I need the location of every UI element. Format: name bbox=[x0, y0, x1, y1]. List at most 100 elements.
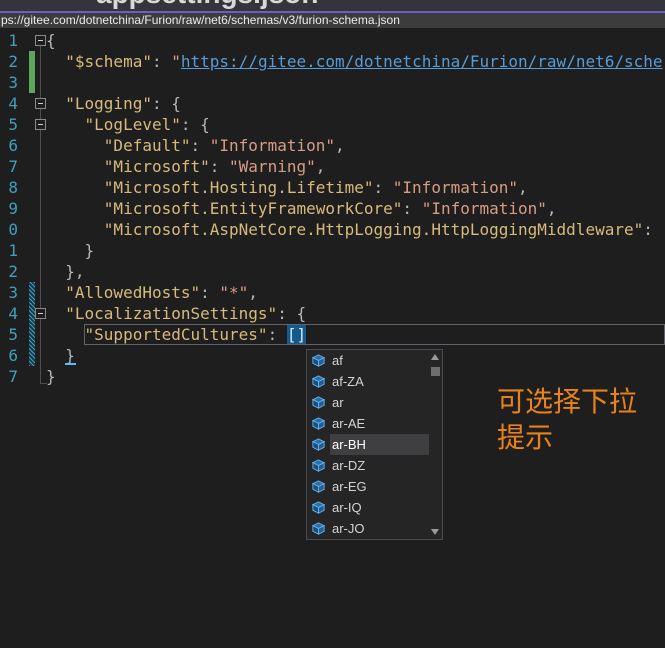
completion-item[interactable]: ar-JO bbox=[307, 518, 429, 539]
completion-item[interactable]: af-ZA bbox=[307, 371, 429, 392]
line-number[interactable]: 5 bbox=[0, 114, 18, 135]
fold-margin bbox=[35, 366, 46, 387]
scroll-thumb[interactable] bbox=[431, 367, 440, 376]
annotation-line-1: 可选择下拉 bbox=[497, 384, 637, 420]
completion-item-label[interactable]: ar-EG bbox=[330, 476, 429, 497]
code-token bbox=[46, 157, 104, 176]
completion-item-label[interactable]: ar bbox=[330, 392, 429, 413]
code-token: , bbox=[518, 178, 528, 197]
completion-item[interactable]: ar-IQ bbox=[307, 497, 429, 518]
code-token: "$schema" bbox=[65, 52, 152, 71]
code-token: : bbox=[200, 283, 219, 302]
code-token: "Microsoft" bbox=[104, 157, 210, 176]
value-cube-icon bbox=[307, 353, 330, 368]
completion-item-label[interactable]: af-ZA bbox=[330, 371, 429, 392]
fold-toggle-icon[interactable] bbox=[35, 308, 46, 319]
completion-item[interactable]: ar bbox=[307, 392, 429, 413]
completion-scrollbar[interactable] bbox=[429, 350, 442, 539]
line-number[interactable]: 0 bbox=[0, 219, 18, 240]
fold-margin bbox=[35, 93, 46, 114]
code-line[interactable]: 1{ bbox=[0, 30, 665, 51]
schema-link[interactable]: https://gitee.com/dotnetchina/Furion/raw… bbox=[181, 52, 663, 71]
fold-margin bbox=[35, 135, 46, 156]
code-text[interactable]: "Microsoft.Hosting.Lifetime": "Informati… bbox=[46, 177, 665, 198]
fold-toggle-icon[interactable] bbox=[35, 35, 46, 46]
code-text[interactable]: "LocalizationSettings": { bbox=[46, 303, 665, 324]
code-line[interactable]: 0 "Microsoft.AspNetCore.HttpLogging.Http… bbox=[0, 219, 665, 240]
code-text[interactable]: "AllowedHosts": "*", bbox=[46, 282, 665, 303]
line-number[interactable]: 8 bbox=[0, 177, 18, 198]
code-text[interactable]: "Logging": { bbox=[46, 93, 665, 114]
code-line[interactable]: 2 }, bbox=[0, 261, 665, 282]
code-token: "Information" bbox=[210, 136, 335, 155]
fold-toggle-icon[interactable] bbox=[35, 98, 46, 109]
code-editor[interactable]: 1{2 "$schema": "https://gitee.com/dotnet… bbox=[0, 28, 665, 648]
code-token bbox=[46, 304, 65, 323]
line-number[interactable]: 4 bbox=[0, 303, 18, 324]
code-text[interactable]: "Microsoft": "Warning", bbox=[46, 156, 665, 177]
code-text[interactable]: "SupportedCultures": [] bbox=[46, 324, 665, 345]
line-number[interactable]: 6 bbox=[0, 345, 18, 366]
code-line[interactable]: 4 "Logging": { bbox=[0, 93, 665, 114]
line-number[interactable]: 6 bbox=[0, 135, 18, 156]
completion-item[interactable]: ar-DZ bbox=[307, 455, 429, 476]
line-number[interactable]: 5 bbox=[0, 324, 18, 345]
completion-item[interactable]: af bbox=[307, 350, 429, 371]
scroll-down-icon[interactable] bbox=[431, 529, 439, 535]
code-line[interactable]: 8 "Microsoft.Hosting.Lifetime": "Informa… bbox=[0, 177, 665, 198]
code-text[interactable]: "$schema": "https://gitee.com/dotnetchin… bbox=[46, 51, 665, 72]
fold-toggle-icon[interactable] bbox=[35, 119, 46, 130]
code-token: : bbox=[374, 178, 393, 197]
completion-item-label[interactable]: ar-IQ bbox=[330, 497, 429, 518]
code-token: "LocalizationSettings" bbox=[65, 304, 277, 323]
code-line[interactable]: 1 } bbox=[0, 240, 665, 261]
value-cube-icon bbox=[307, 374, 330, 389]
line-number[interactable]: 2 bbox=[0, 261, 18, 282]
code-token bbox=[46, 220, 104, 239]
completion-item-label[interactable]: ar-BH bbox=[330, 434, 429, 455]
line-number[interactable]: 9 bbox=[0, 198, 18, 219]
completion-item[interactable]: ar-AE bbox=[307, 413, 429, 434]
code-line[interactable]: 9 "Microsoft.EntityFrameworkCore": "Info… bbox=[0, 198, 665, 219]
code-token: : { bbox=[152, 94, 181, 113]
code-text[interactable]: "Default": "Information", bbox=[46, 135, 665, 156]
code-text[interactable]: } bbox=[46, 240, 665, 261]
line-number[interactable]: 3 bbox=[0, 72, 18, 93]
code-line[interactable]: 5 "SupportedCultures": [] bbox=[0, 324, 665, 345]
line-number[interactable]: 2 bbox=[0, 51, 18, 72]
line-number[interactable]: 7 bbox=[0, 366, 18, 387]
completion-item[interactable]: ar-EG bbox=[307, 476, 429, 497]
code-text[interactable]: { bbox=[46, 30, 665, 51]
code-token bbox=[46, 94, 65, 113]
completion-item-label[interactable]: af bbox=[330, 350, 429, 371]
code-line[interactable]: 3 bbox=[0, 72, 665, 93]
code-text[interactable]: "Microsoft.AspNetCore.HttpLogging.HttpLo… bbox=[46, 219, 665, 240]
line-number[interactable]: 1 bbox=[0, 30, 18, 51]
completion-item-label[interactable]: ar-AE bbox=[330, 413, 429, 434]
completion-dropdown[interactable]: afaf-ZAarar-AEar-BHar-DZar-EGar-IQar-JO bbox=[306, 349, 443, 540]
code-line[interactable]: 5 "LogLevel": { bbox=[0, 114, 665, 135]
code-text[interactable]: "LogLevel": { bbox=[46, 114, 665, 135]
code-line[interactable]: 7 "Microsoft": "Warning", bbox=[0, 156, 665, 177]
completion-item-label[interactable]: ar-DZ bbox=[330, 455, 429, 476]
code-text[interactable]: }, bbox=[46, 261, 665, 282]
code-text[interactable] bbox=[46, 72, 665, 93]
code-line[interactable]: 4 "LocalizationSettings": { bbox=[0, 303, 665, 324]
code-line[interactable]: 3 "AllowedHosts": "*", bbox=[0, 282, 665, 303]
code-text[interactable]: "Microsoft.EntityFrameworkCore": "Inform… bbox=[46, 198, 665, 219]
code-token: "Information" bbox=[422, 199, 547, 218]
fold-margin bbox=[35, 177, 46, 198]
fold-margin bbox=[35, 219, 46, 240]
code-line[interactable]: 6 "Default": "Information", bbox=[0, 135, 665, 156]
brace-match-underline bbox=[65, 363, 76, 365]
code-token: , bbox=[335, 136, 345, 155]
code-line[interactable]: 2 "$schema": "https://gitee.com/dotnetch… bbox=[0, 51, 665, 72]
line-number[interactable]: 1 bbox=[0, 240, 18, 261]
code-token: "Logging" bbox=[65, 94, 152, 113]
line-number[interactable]: 4 bbox=[0, 93, 18, 114]
completion-item-label[interactable]: ar-JO bbox=[330, 518, 429, 539]
completion-item[interactable]: ar-BH bbox=[307, 434, 429, 455]
line-number[interactable]: 7 bbox=[0, 156, 18, 177]
scroll-up-icon[interactable] bbox=[431, 354, 439, 360]
line-number[interactable]: 3 bbox=[0, 282, 18, 303]
